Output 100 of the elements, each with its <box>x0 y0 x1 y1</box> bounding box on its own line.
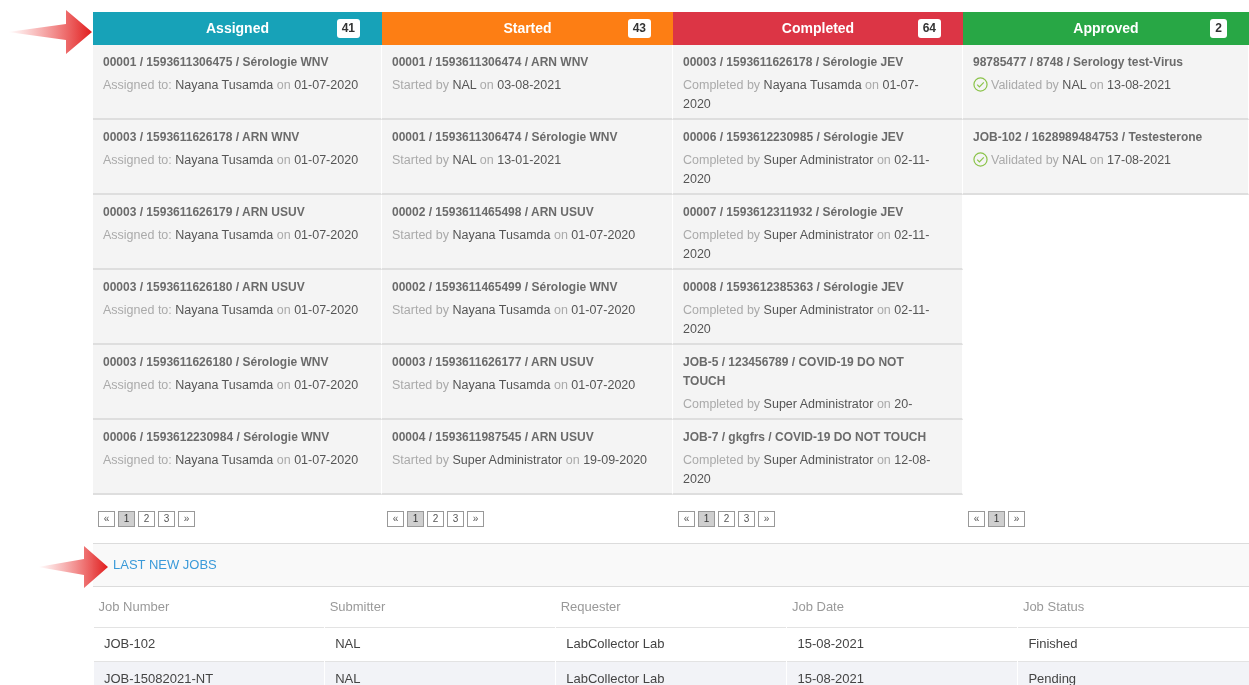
job-card[interactable]: 00003 / 1593611626180 / Sérologie WNV Assigned to: Nayana Tusamda on 01-07-2020 <box>93 345 382 420</box>
page-button[interactable]: « <box>387 510 404 527</box>
count-badge: 2 <box>1210 19 1227 38</box>
job-meta: Assigned to: Nayana Tusamda on 01-07-2020 <box>103 228 359 242</box>
page-button[interactable]: « <box>678 510 695 527</box>
count-badge: 43 <box>627 19 651 38</box>
job-card[interactable]: 00003 / 1593611626178 / Sérologie JEV Completed by Nayana Tusamda on 01-07-2020 <box>673 45 963 120</box>
job-title: 00003 / 1593611626178 / ARN WNV <box>103 129 301 146</box>
job-meta: Assigned to: Nayana Tusamda on 01-07-2020 <box>103 303 359 317</box>
job-title: 00003 / 1593611626177 / ARN USUV <box>392 354 595 371</box>
job-card[interactable]: 00004 / 1593611987545 / ARN USUV Started by Super Administrator on 19-09-2020 <box>382 420 673 495</box>
job-card[interactable]: 00003 / 1593611626177 / ARN USUV Started by Nayana Tusamda on 01-07-2020 <box>382 345 673 420</box>
job-card[interactable]: 00002 / 1593611465499 / Sérologie WNV Started by Nayana Tusamda on 01-07-2020 <box>382 270 673 345</box>
page-button[interactable]: » <box>758 510 775 527</box>
job-card[interactable]: JOB-102 / 1628989484753 / Testesterone Validated by NAL on 17-08-2021 <box>963 120 1249 195</box>
column-header: Job Number <box>93 587 325 627</box>
job-title: 00002 / 1593611465499 / Sérologie WNV <box>392 279 619 296</box>
job-meta: Validated by NAL on 17-08-2021 <box>991 153 1172 167</box>
page-button[interactable]: « <box>968 510 985 527</box>
job-meta: Completed by Super Administrator on 20- <box>683 397 913 411</box>
arrow-drawing <box>38 546 108 588</box>
job-meta: Assigned to: Nayana Tusamda on 01-07-2020 <box>103 453 359 467</box>
job-title: JOB-7 / gkgfrs / COVID-19 DO NOT TOUCH <box>683 429 928 446</box>
page-button[interactable]: 3 <box>738 510 755 527</box>
job-meta: Assigned to: Nayana Tusamda on 01-07-2020 <box>103 378 359 392</box>
section-title: LAST NEW JOBS <box>113 556 217 575</box>
page-button[interactable]: « <box>98 510 115 527</box>
count-badge: 64 <box>917 19 941 38</box>
page-button[interactable]: 1 <box>698 510 715 527</box>
page-button[interactable]: 3 <box>447 510 464 527</box>
job-card[interactable]: 00003 / 1593611626180 / ARN USUV Assigned to: Nayana Tusamda on 01-07-2020 <box>93 270 382 345</box>
column-header: Job Date <box>786 587 1018 627</box>
job-card[interactable]: 00006 / 1593612230984 / Sérologie WNV Assigned to: Nayana Tusamda on 01-07-2020 <box>93 420 382 495</box>
table-cell: 15-08-2021 <box>786 661 1018 685</box>
job-card[interactable]: 00003 / 1593611626179 / ARN USUV Assigned to: Nayana Tusamda on 01-07-2020 <box>93 195 382 270</box>
job-card[interactable]: 00001 / 1593611306475 / Sérologie WNV Assigned to: Nayana Tusamda on 01-07-2020 <box>93 45 382 120</box>
job-meta: Completed by Nayana Tusamda on 01-07-2020 <box>683 78 919 111</box>
job-card[interactable]: 00006 / 1593612230985 / Sérologie JEV Completed by Super Administrator on 02-11-2020 <box>673 120 963 195</box>
table-cell: JOB-15082021-NT <box>93 661 325 685</box>
job-title: 98785477 / 8748 / Serology test-Virus <box>973 54 1184 71</box>
column-header: Job Status <box>1017 587 1249 627</box>
job-meta: Validated by NAL on 13-08-2021 <box>991 78 1172 92</box>
column-header: Requester <box>555 587 787 627</box>
job-card[interactable]: 00001 / 1593611306474 / ARN WNV Started by NAL on 03-08-2021 <box>382 45 673 120</box>
job-card[interactable]: JOB-7 / gkgfrs / COVID-19 DO NOT TOUCH Completed by Super Administrator on 12-08-2020 <box>673 420 963 495</box>
table-cell: Finished <box>1017 627 1249 661</box>
job-title: 00007 / 1593612311932 / Sérologie JEV <box>683 204 905 221</box>
page-button[interactable]: » <box>467 510 484 527</box>
page-button[interactable]: 3 <box>158 510 175 527</box>
job-card[interactable]: 00002 / 1593611465498 / ARN USUV Started by Nayana Tusamda on 01-07-2020 <box>382 195 673 270</box>
job-meta: Completed by Super Administrator on 02-11-2020 <box>683 303 930 336</box>
job-meta: Assigned to: Nayana Tusamda on 01-07-2020 <box>103 78 359 92</box>
job-meta: Started by Nayana Tusamda on 01-07-2020 <box>392 228 636 242</box>
table-cell: NAL <box>324 627 556 661</box>
job-meta: Started by Nayana Tusamda on 01-07-2020 <box>392 303 636 317</box>
job-meta: Started by Nayana Tusamda on 01-07-2020 <box>392 378 636 392</box>
count-badge: 41 <box>336 19 360 38</box>
job-title: 00004 / 1593611987545 / ARN USUV <box>392 429 595 446</box>
job-meta: Completed by Super Administrator on 02-11-2020 <box>683 228 930 261</box>
page-button[interactable]: 2 <box>427 510 444 527</box>
job-title: 00001 / 1593611306474 / ARN WNV <box>392 54 590 71</box>
job-title: 00003 / 1593611626180 / Sérologie WNV <box>103 354 330 371</box>
job-title: 00006 / 1593612230984 / Sérologie WNV <box>103 429 331 446</box>
job-title: 00001 / 1593611306474 / Sérologie WNV <box>392 129 619 146</box>
job-title: 00003 / 1593611626179 / ARN USUV <box>103 204 306 221</box>
job-title: 00003 / 1593611626178 / Sérologie JEV <box>683 54 905 71</box>
page-button[interactable]: 1 <box>118 510 135 527</box>
job-card[interactable]: 00001 / 1593611306474 / Sérologie WNV Started by NAL on 13-01-2021 <box>382 120 673 195</box>
table-cell: 15-08-2021 <box>786 627 1018 661</box>
job-meta: Assigned to: Nayana Tusamda on 01-07-2020 <box>103 153 359 167</box>
page-button[interactable]: » <box>1008 510 1025 527</box>
job-meta: Completed by Super Administrator on 02-11-2020 <box>683 153 930 186</box>
table-cell: LabCollector Lab <box>555 627 787 661</box>
page-button[interactable]: 1 <box>988 510 1005 527</box>
job-card[interactable]: 98785477 / 8748 / Serology test-Virus Validated by NAL on 13-08-2021 <box>963 45 1249 120</box>
job-meta: Completed by Super Administrator on 12-08-2020 <box>683 453 931 486</box>
table-cell: JOB-102 <box>93 627 325 661</box>
table-cell: NAL <box>324 661 556 685</box>
job-title: JOB-5 / 123456789 / COVID-19 DO NOT TOUCH <box>683 354 905 390</box>
job-meta: Started by Super Administrator on 19-09-2020 <box>392 453 648 467</box>
column-title: Started <box>503 19 552 38</box>
job-title: 00008 / 1593612385363 / Sérologie JEV <box>683 279 905 296</box>
page-button[interactable]: » <box>178 510 195 527</box>
column-title: Assigned <box>206 19 269 38</box>
page-button[interactable]: 2 <box>138 510 155 527</box>
column-title: Approved <box>1073 19 1139 38</box>
job-card[interactable]: 00003 / 1593611626178 / ARN WNV Assigned to: Nayana Tusamda on 01-07-2020 <box>93 120 382 195</box>
job-title: 00006 / 1593612230985 / Sérologie JEV <box>683 129 905 146</box>
job-meta: Started by NAL on 03-08-2021 <box>392 78 562 92</box>
job-card[interactable]: JOB-5 / 123456789 / COVID-19 DO NOT TOUCH Completed by Super Administrator on 20- <box>673 345 963 420</box>
job-title: 00001 / 1593611306475 / Sérologie WNV <box>103 54 330 71</box>
table-cell: LabCollector Lab <box>555 661 787 685</box>
job-meta: Started by NAL on 13-01-2021 <box>392 153 562 167</box>
job-card[interactable]: 00007 / 1593612311932 / Sérologie JEV Completed by Super Administrator on 02-11-2020 <box>673 195 963 270</box>
page-button[interactable]: 2 <box>718 510 735 527</box>
page-button[interactable]: 1 <box>407 510 424 527</box>
table-cell: Pending <box>1017 661 1249 685</box>
column-title: Completed <box>781 19 855 38</box>
job-card[interactable]: 00008 / 1593612385363 / Sérologie JEV Completed by Super Administrator on 02-11-2020 <box>673 270 963 345</box>
job-title: JOB-102 / 1628989484753 / Testesterone <box>973 129 1204 146</box>
